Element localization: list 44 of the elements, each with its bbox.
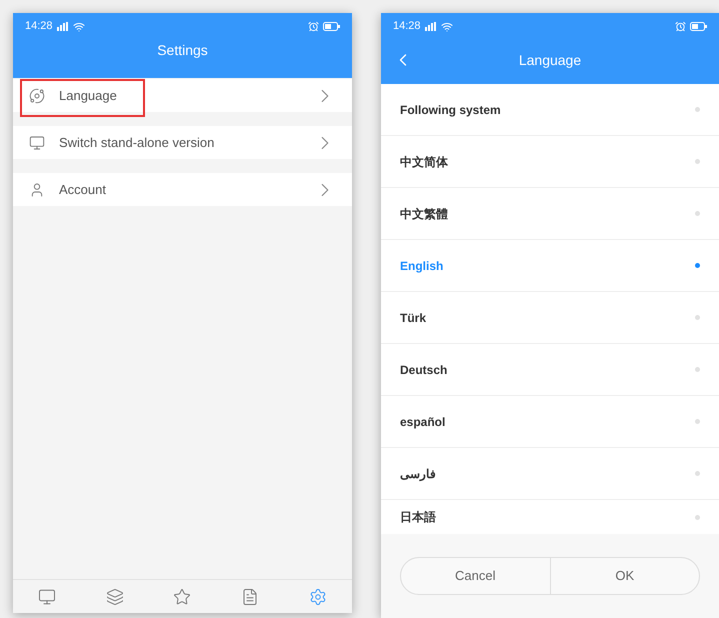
language-label: 中文简体 [400,154,448,170]
language-label: Deutsch [400,362,448,378]
language-label: español [400,414,446,430]
alarm-icon [675,21,686,32]
language-label: 日本語 [400,509,436,526]
language-label: Following system [400,102,501,118]
language-label: فارسی [400,466,436,482]
language-option[interactable]: Türk [381,292,719,344]
status-time: 14:28 [393,19,421,34]
item-label: Account [59,180,107,199]
language-option[interactable]: español [381,396,719,448]
battery-icon [323,22,340,31]
monitor-icon[interactable] [38,588,56,606]
settings-icon[interactable] [309,588,328,606]
dialog-button[interactable]: OK [550,558,699,594]
screen-title: Settings [157,41,208,60]
dialog-button[interactable]: Cancel [401,558,550,594]
item-label: Switch stand-alone version [59,134,216,152]
battery-icon [690,22,707,31]
status-time: 14:28 [25,19,53,34]
language-option[interactable]: 日本語 [381,500,719,534]
layers-icon[interactable] [106,588,124,606]
document-icon[interactable] [241,588,260,606]
screen-title: Language [518,50,582,70]
planet-icon [29,88,45,104]
alarm-icon [308,21,319,32]
language-option[interactable]: Following system [381,84,719,136]
item-label: Language [59,86,118,105]
signal-icon [56,22,69,31]
settings-item[interactable]: Switch stand-alone version [13,126,352,159]
language-label: English [400,258,444,274]
language-label: Türk [400,310,426,326]
signal-icon [424,22,437,31]
language-option[interactable]: 中文简体 [381,136,719,188]
person-icon [29,182,45,198]
star-icon[interactable] [173,588,192,606]
monitor-icon [29,134,45,150]
wifi-icon [72,20,85,32]
settings-item[interactable]: Account [13,173,352,206]
language-label: 中文繁體 [400,206,448,222]
language-option[interactable]: 中文繁體 [381,188,719,240]
wifi-icon [440,20,453,32]
language-option[interactable]: Deutsch [381,344,719,396]
language-option[interactable]: فارسی [381,448,719,500]
